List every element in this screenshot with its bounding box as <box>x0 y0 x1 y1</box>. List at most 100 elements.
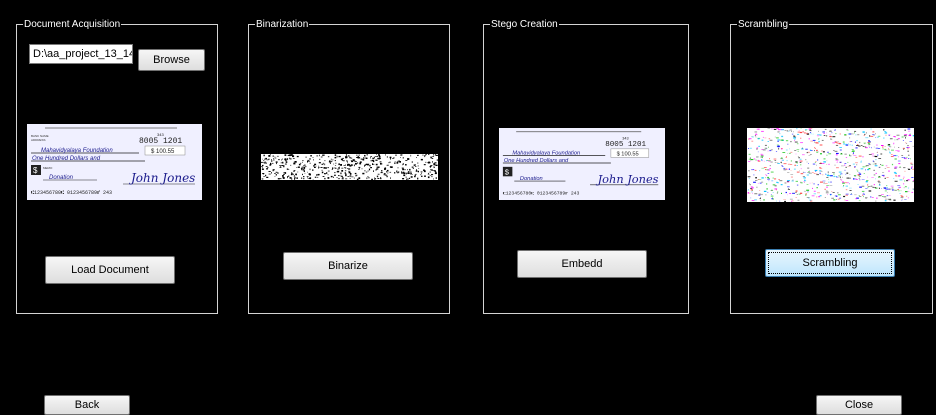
scrambled-pixel <box>805 148 808 150</box>
scrambled-pixel <box>834 129 836 131</box>
binarized-pixel <box>405 164 407 166</box>
binarized-pixel <box>282 166 285 168</box>
scrambled-pixel <box>854 132 855 134</box>
scrambled-pixel <box>808 197 810 199</box>
scrambled-pixel <box>866 180 869 182</box>
binarized-pixel <box>317 176 319 178</box>
scrambled-pixel <box>777 191 779 193</box>
binarized-pixel <box>394 172 396 174</box>
stego-cheque-payee: Mahavidyalaya Foundation <box>512 151 580 157</box>
scrambled-pixel <box>779 180 783 182</box>
binarized-pixel <box>350 160 352 161</box>
embed-button[interactable]: Embedd <box>517 250 647 278</box>
binarized-pixel <box>383 174 385 176</box>
cheque-amount: $ 100.55 <box>151 149 175 155</box>
scrambled-pixel <box>852 150 855 151</box>
scrambled-pixel <box>898 187 900 189</box>
binarized-pixel <box>323 167 325 169</box>
binarized-pixel <box>427 173 430 175</box>
back-button[interactable]: Back <box>44 395 130 415</box>
binarized-pixel <box>294 177 296 179</box>
scrambled-pixel <box>827 163 830 165</box>
scrambled-pixel <box>851 149 854 150</box>
scrambled-pixel <box>863 173 865 174</box>
scrambled-pixel <box>880 164 882 165</box>
scrambled-pixel <box>788 168 790 170</box>
binarized-pixel <box>303 170 305 172</box>
scrambled-pixel <box>839 175 841 177</box>
scrambled-pixel <box>802 176 805 177</box>
binarized-pixel <box>416 157 417 158</box>
scrambled-pixel <box>861 179 865 180</box>
binarized-pixel <box>267 167 269 169</box>
scrambled-pixel <box>790 170 792 171</box>
scrambled-pixel <box>832 172 835 173</box>
binarized-pixel <box>376 168 379 170</box>
scrambled-pixel <box>783 163 787 165</box>
scrambled-pixel <box>814 141 815 143</box>
scrambled-pixel <box>816 135 820 137</box>
scrambled-pixel <box>816 173 818 175</box>
binarized-pixel <box>358 154 360 156</box>
scrambled-pixel <box>836 176 839 178</box>
binarized-pixel <box>408 172 410 174</box>
binarized-pixel <box>304 164 306 166</box>
scrambled-pixel <box>836 199 837 200</box>
scrambled-pixel <box>848 165 851 167</box>
scrambled-pixel <box>835 144 839 146</box>
scrambled-pixel <box>894 180 898 182</box>
scrambled-pixel <box>867 142 870 143</box>
scrambling-button[interactable]: Scrambling <box>765 249 895 277</box>
scrambled-pixel <box>877 148 881 149</box>
scrambled-pixel <box>792 200 794 202</box>
binarized-pixel <box>435 171 437 173</box>
scrambled-pixel <box>868 154 872 155</box>
scrambled-pixel <box>779 200 781 202</box>
browse-button[interactable]: Browse <box>138 49 205 71</box>
scrambled-pixel <box>766 183 768 185</box>
scrambled-pixel <box>776 192 778 194</box>
binarized-pixel <box>334 154 337 156</box>
binarized-pixel <box>369 164 371 167</box>
scrambled-pixel <box>890 154 893 155</box>
close-button[interactable]: Close <box>816 395 902 415</box>
binarized-pixel <box>309 177 311 179</box>
scrambled-pixel <box>845 166 847 168</box>
scrambled-pixel <box>824 183 828 184</box>
scrambled-pixel <box>833 173 835 175</box>
binarized-pixel <box>271 159 272 160</box>
scrambled-pixel <box>847 182 849 184</box>
binarized-pixel <box>301 168 302 171</box>
scrambled-pixel <box>853 175 857 176</box>
binarize-button[interactable]: Binarize <box>283 252 413 280</box>
scrambled-pixel <box>783 199 786 200</box>
scrambled-pixel <box>754 131 758 133</box>
scrambled-pixel <box>753 158 756 160</box>
binarized-pixel <box>376 175 378 177</box>
binarized-pixel <box>277 172 279 174</box>
scrambled-pixel <box>911 166 913 168</box>
binarized-pixel <box>290 164 292 166</box>
scrambled-pixel <box>804 182 805 183</box>
file-path-input[interactable]: D:\aa_project_13_14\me <box>29 44 133 64</box>
binarized-pixel <box>302 161 303 163</box>
scrambled-pixel <box>798 160 801 162</box>
scrambled-pixel <box>774 160 777 161</box>
scrambled-pixel <box>878 184 881 186</box>
scrambled-pixel <box>857 174 860 176</box>
scrambled-pixel <box>835 195 838 197</box>
scrambled-pixel <box>827 171 829 173</box>
scrambled-pixel <box>752 192 753 194</box>
scrambled-pixel <box>796 143 799 145</box>
scrambled-pixel <box>845 193 849 195</box>
binarized-pixel <box>432 156 435 157</box>
stego-cheque-memo: Donation <box>520 176 543 182</box>
binarized-pixel <box>401 167 404 169</box>
scrambled-pixel <box>771 180 774 182</box>
binarized-pixel <box>390 166 393 168</box>
scrambled-pixel <box>774 185 777 187</box>
binarized-pixel <box>307 159 310 161</box>
scrambled-pixel <box>781 165 783 167</box>
load-document-button[interactable]: Load Document <box>45 256 175 284</box>
scrambled-pixel <box>907 168 909 170</box>
